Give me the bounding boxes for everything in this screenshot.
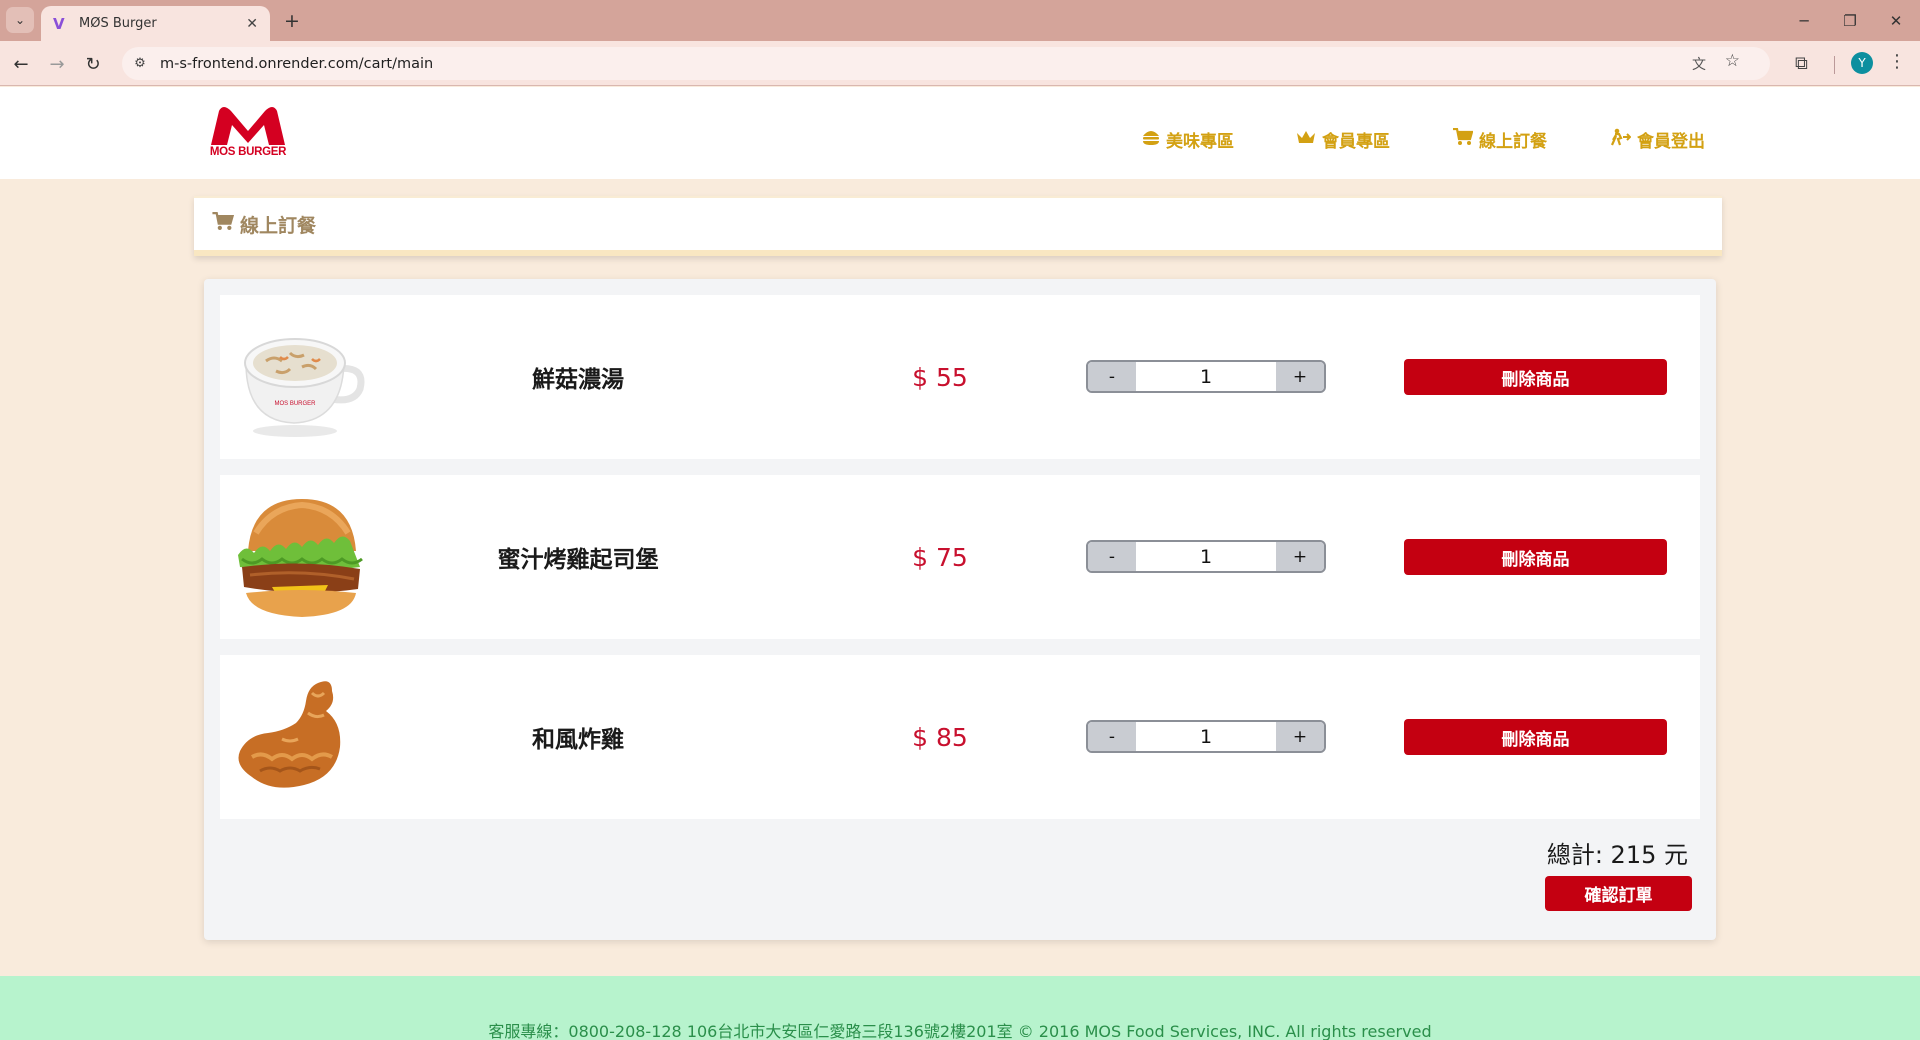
section-title-bar: 線上訂餐 <box>194 196 1722 256</box>
bookmark-star-icon[interactable]: ☆ <box>1725 51 1740 71</box>
quantity-stepper: - 1 + <box>1086 540 1326 573</box>
cart-icon <box>1453 127 1474 151</box>
more-menu-icon[interactable]: ⋮ <box>1888 51 1906 72</box>
quantity-stepper: - 1 + <box>1086 720 1326 753</box>
nav-logout-label: 會員登出 <box>1637 132 1705 152</box>
increase-button[interactable]: + <box>1276 542 1324 571</box>
confirm-order-button[interactable]: 確認訂單 <box>1545 876 1692 911</box>
toolbar-divider <box>1834 56 1835 74</box>
nav-gourmet[interactable]: 美味專區 <box>1142 127 1234 152</box>
quantity-input[interactable]: 1 <box>1136 542 1276 571</box>
quantity-input[interactable]: 1 <box>1136 722 1276 751</box>
browser-toolbar: ← → ↻ ⚙ m-s-frontend.onrender.com/cart/m… <box>0 41 1920 86</box>
reload-icon[interactable]: ↻ <box>78 49 108 79</box>
delete-item-button[interactable]: 刪除商品 <box>1404 539 1667 575</box>
url-text[interactable]: m-s-frontend.onrender.com/cart/main <box>160 56 433 72</box>
mos-logo-mark-icon <box>211 107 285 145</box>
new-tab-button[interactable]: + <box>280 9 304 33</box>
increase-button[interactable]: + <box>1276 722 1324 751</box>
decrease-button[interactable]: - <box>1088 542 1136 571</box>
window-close-icon[interactable]: ✕ <box>1874 6 1918 36</box>
item-price: $ 75 <box>912 542 968 572</box>
svg-text:MOS BURGER: MOS BURGER <box>274 401 316 407</box>
back-arrow-icon[interactable]: ← <box>6 49 36 79</box>
cart-item-row: 蜜汁烤雞起司堡 $ 75 - 1 + 刪除商品 <box>220 475 1700 639</box>
forward-arrow-icon[interactable]: → <box>42 49 72 79</box>
mushroom-soup-image: MOS BURGER <box>232 313 368 443</box>
tab-title: MØS Burger <box>79 16 157 31</box>
extensions-icon[interactable]: ⧉ <box>1795 53 1808 74</box>
cart-icon <box>212 211 235 236</box>
crown-icon <box>1296 129 1316 150</box>
site-info-icon[interactable]: ⚙ <box>130 56 150 71</box>
address-bar[interactable]: ⚙ m-s-frontend.onrender.com/cart/main 文 … <box>122 47 1770 80</box>
increase-button[interactable]: + <box>1276 362 1324 391</box>
decrease-button[interactable]: - <box>1088 362 1136 391</box>
mos-logo[interactable]: MOS BURGER <box>207 105 289 161</box>
nav-gourmet-label: 美味專區 <box>1166 132 1234 152</box>
restore-icon[interactable]: ❐ <box>1828 6 1872 36</box>
item-name: 鮮菇濃湯 <box>532 367 624 393</box>
browser-tab[interactable]: V MØS Burger ✕ <box>41 6 270 41</box>
logo-text: MOS BURGER <box>209 146 287 158</box>
section-title: 線上訂餐 <box>240 214 317 237</box>
order-total: 總計: 215 元 <box>1546 841 1688 869</box>
tab-list-button[interactable]: ⌄ <box>6 7 34 33</box>
burger-icon <box>1142 129 1160 150</box>
chicken-cheese-burger-image <box>232 493 368 623</box>
item-price: $ 55 <box>912 362 968 392</box>
nav-member-label: 會員專區 <box>1322 132 1390 152</box>
minimize-icon[interactable]: ─ <box>1782 6 1826 36</box>
nav-logout[interactable]: 會員登出 <box>1609 127 1705 152</box>
site-header: MOS BURGER 美味專區 會員專區 線上訂餐 會員登出 <box>0 87 1920 179</box>
browser-tab-bar: ⌄ V MØS Burger ✕ + ─ ❐ ✕ <box>0 0 1920 41</box>
item-name: 蜜汁烤雞起司堡 <box>497 547 659 573</box>
site-footer: 客服專線：0800-208-128 106台北市大安區仁愛路三段136號2樓20… <box>0 976 1920 1040</box>
footer-text: 客服專線：0800-208-128 106台北市大安區仁愛路三段136號2樓20… <box>488 1022 1432 1040</box>
item-name: 和風炸雞 <box>532 727 624 753</box>
item-price: $ 85 <box>912 722 968 752</box>
quantity-input[interactable]: 1 <box>1136 362 1276 391</box>
nav-online-order-label: 線上訂餐 <box>1479 132 1547 152</box>
profile-avatar[interactable]: Y <box>1851 52 1873 74</box>
translate-icon[interactable]: 文 <box>1692 54 1706 74</box>
nav-member[interactable]: 會員專區 <box>1296 127 1390 152</box>
cart-panel: MOS BURGER 鮮菇濃湯 $ 55 - 1 + 刪除商品 蜜汁烤雞起司堡 … <box>204 279 1716 940</box>
fried-chicken-image <box>232 673 368 803</box>
logout-icon <box>1609 128 1632 151</box>
cart-item-row: 和風炸雞 $ 85 - 1 + 刪除商品 <box>220 655 1700 819</box>
cart-item-row: MOS BURGER 鮮菇濃湯 $ 55 - 1 + 刪除商品 <box>220 295 1700 459</box>
delete-item-button[interactable]: 刪除商品 <box>1404 359 1667 395</box>
delete-item-button[interactable]: 刪除商品 <box>1404 719 1667 755</box>
decrease-button[interactable]: - <box>1088 722 1136 751</box>
nav-online-order[interactable]: 線上訂餐 <box>1453 127 1547 152</box>
tab-close-icon[interactable]: ✕ <box>246 16 258 32</box>
quantity-stepper: - 1 + <box>1086 360 1326 393</box>
favicon-icon: V <box>53 14 65 33</box>
